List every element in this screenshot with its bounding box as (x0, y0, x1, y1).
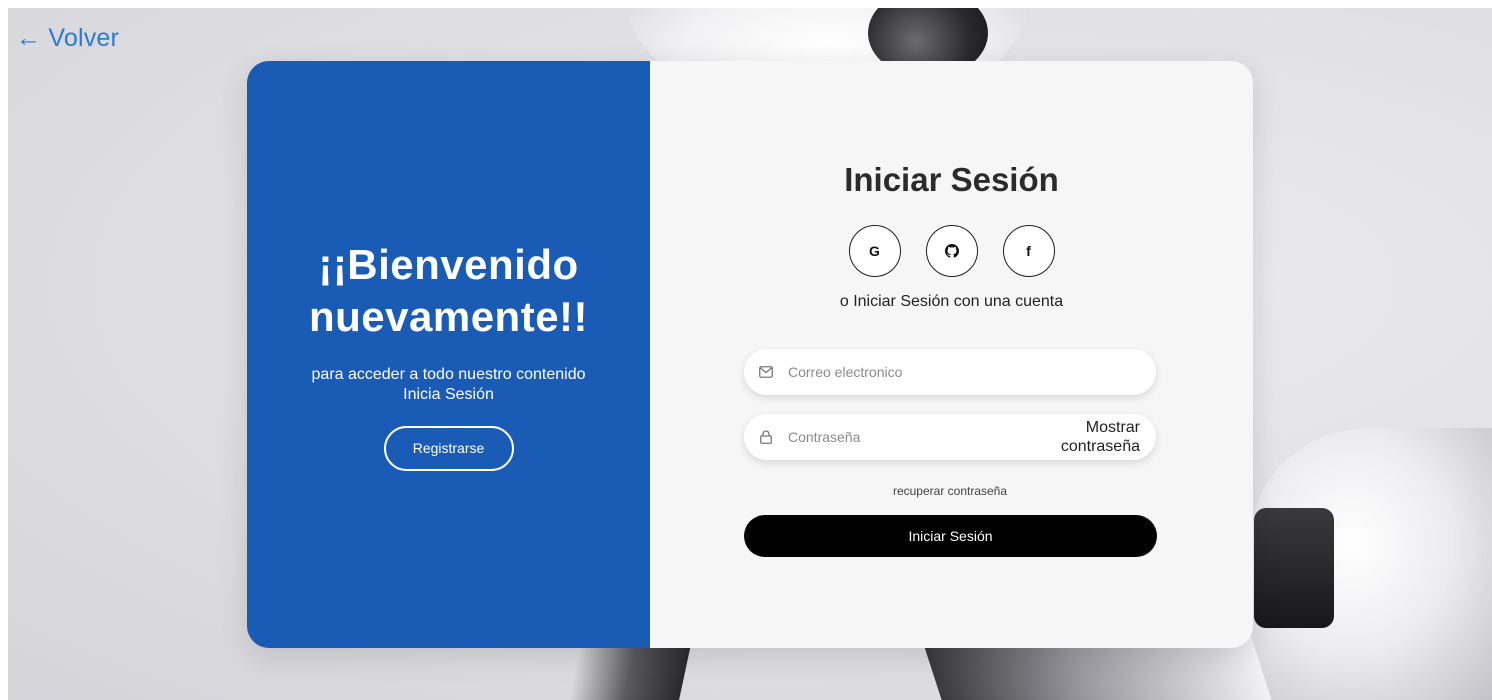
github-icon (944, 244, 959, 258)
email-field (744, 349, 1156, 395)
facebook-login-button[interactable]: f (1002, 225, 1055, 277)
welcome-title: ¡¡Bienvenido nuevamente!! (309, 239, 588, 343)
register-button[interactable]: Registrarse (383, 425, 514, 471)
show-password-toggle[interactable]: Mostrar contraseña (1030, 418, 1156, 456)
welcome-title-line2: nuevamente!! (308, 292, 589, 340)
email-input[interactable] (786, 363, 1156, 381)
google-login-button[interactable]: G (848, 225, 901, 277)
back-link[interactable]: ← Volver (16, 24, 119, 53)
login-submit-button[interactable]: Iniciar Sesión (744, 515, 1157, 557)
password-input[interactable] (786, 428, 1030, 446)
robot-joint-decoration (1254, 508, 1334, 628)
github-login-button[interactable] (925, 225, 978, 277)
lock-icon (758, 429, 774, 445)
login-panel: Iniciar Sesión G f o Iniciar Sesión con … (650, 61, 1253, 648)
alternative-login-text: o Iniciar Sesión con una cuenta (839, 293, 1064, 310)
mail-icon (758, 364, 774, 380)
password-field: Mostrar contraseña (744, 414, 1156, 460)
login-title: Iniciar Sesión (844, 161, 1059, 198)
welcome-subtitle: para acceder a todo nuestro contenido In… (311, 365, 586, 403)
recover-password-link[interactable]: recuperar contraseña (744, 484, 1156, 498)
google-icon: G (869, 243, 880, 259)
welcome-panel: ¡¡Bienvenido nuevamente!! para acceder a… (247, 61, 650, 648)
social-login-row: G f (650, 225, 1253, 277)
login-card: ¡¡Bienvenido nuevamente!! para acceder a… (247, 61, 1253, 648)
facebook-icon: f (1026, 243, 1031, 259)
welcome-title-line1: ¡¡Bienvenido (318, 240, 579, 288)
